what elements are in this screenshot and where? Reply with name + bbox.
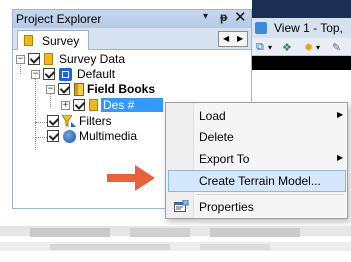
tab-nav: ◀ ▶ [218,31,248,47]
tree-label[interactable]: Field Books [87,82,155,96]
view-toolbar: ⧉ ▾ ❖ ✹ ▾ ✎ [252,38,351,56]
collapse-icon[interactable]: − [31,70,40,79]
checkbox[interactable] [47,130,59,142]
menu-item-label: Properties [199,200,254,214]
tree-guide [35,137,47,138]
tree-label[interactable]: Filters [79,114,112,128]
tree-guide [50,93,51,107]
project-icon [59,68,72,81]
panel-menu-icon[interactable]: ▾ [203,11,208,22]
layers-icon[interactable]: ❖ [282,41,292,54]
close-icon[interactable]: ✕ [234,8,247,26]
menu-separator [196,194,344,195]
pin-icon[interactable]: ᵽ [220,10,227,24]
dropdown-icon[interactable]: ▾ [268,43,272,52]
menu-item-label: Delete [199,130,234,144]
pen-icon[interactable]: ✎ [332,41,341,54]
checkbox[interactable] [28,53,40,65]
blurred-background [0,218,351,262]
menu-item-delete[interactable]: Delete [168,126,346,148]
checkbox[interactable] [43,68,55,80]
tree-label[interactable]: Survey Data [59,52,125,66]
checkbox[interactable] [58,83,70,95]
tree-guide [35,78,36,150]
view-canvas[interactable] [252,56,351,70]
scroll-left-icon[interactable]: ◀ [223,34,229,43]
checkbox[interactable] [73,99,85,111]
orange-arrow-icon [107,165,155,191]
view-mode-icon[interactable]: ⧉ [256,41,264,54]
submenu-arrow-icon: ▶ [337,110,344,119]
tree-label[interactable]: Multimedia [79,129,137,143]
view-tabstrip: View 1 - Top, [252,18,351,38]
collapse-icon[interactable]: − [46,85,55,94]
menu-item-label: Create Terrain Model... [199,174,321,188]
menu-item-load[interactable]: Load ▶ [168,105,346,127]
collapse-icon[interactable]: − [16,55,25,64]
scroll-right-icon[interactable]: ▶ [237,34,243,43]
view-icon [255,22,267,34]
tab-survey[interactable]: Survey [17,30,89,50]
menu-item-label: Load [199,109,226,123]
field-book-icon [89,99,98,111]
expand-icon[interactable]: + [61,101,70,110]
tree-guide [35,122,47,123]
tree-label-selected[interactable]: Des # [101,98,163,112]
menu-item-label: Export To [199,152,250,166]
sun-icon[interactable]: ✹ [304,41,313,54]
menu-item-create-terrain-model[interactable]: Create Terrain Model... [168,170,346,192]
view-tab-label[interactable]: View 1 - Top, [274,21,343,35]
field-books-icon [74,83,84,96]
multimedia-icon [63,130,76,143]
properties-icon [174,200,189,212]
panel-header: Project Explorer ▾ ᵽ ✕ [13,8,251,28]
dropdown-icon[interactable]: ▾ [316,43,320,52]
menu-item-properties[interactable]: Properties [168,196,346,218]
context-menu: Load ▶ Delete Export To ▶ Create Terrain… [165,102,348,219]
submenu-arrow-icon: ▶ [337,153,344,162]
survey-icon [24,35,33,46]
filter-icon [62,115,76,127]
panel-title: Project Explorer [16,12,102,26]
checkbox[interactable] [47,115,59,127]
survey-data-icon [44,53,53,65]
tree-label[interactable]: Default [77,67,115,81]
menu-item-export-to[interactable]: Export To ▶ [168,148,346,170]
view-pane: View 1 - Top, ⧉ ▾ ❖ ✹ ▾ ✎ [252,0,351,70]
tab-survey-label: Survey [42,34,80,48]
tabstrip: Survey ◀ ▶ [13,28,251,50]
